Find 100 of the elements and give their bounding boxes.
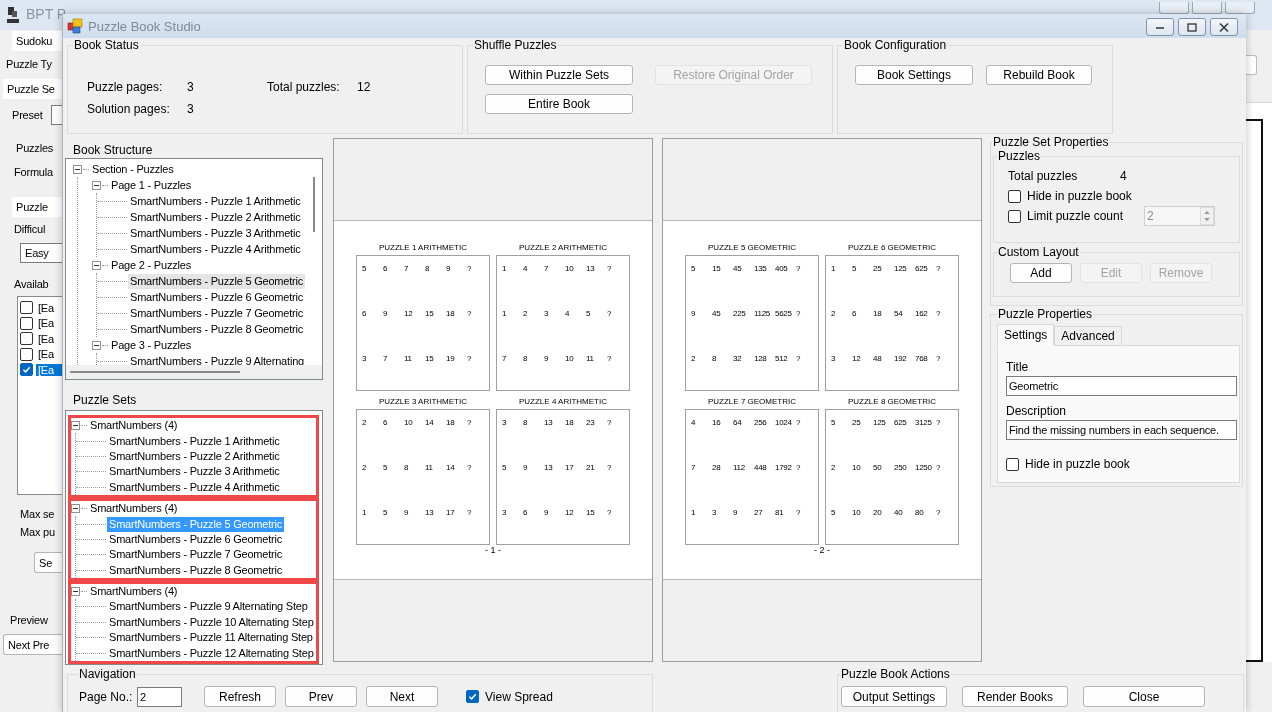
button[interactable]: Output Settings [841, 686, 947, 707]
tree-item[interactable]: SmartNumbers - Puzzle 4 Arithmetic [128, 241, 303, 257]
tree-item[interactable]: SmartNumbers - Puzzle 3 Arithmetic [128, 225, 303, 241]
tree-item[interactable]: SmartNumbers - Puzzle 3 Arithmetic [107, 464, 282, 480]
group-title: Difficul [14, 223, 46, 235]
number-cell: 14 [446, 463, 455, 473]
tree-item[interactable]: SmartNumbers - Puzzle 7 Geometric [107, 547, 285, 563]
dropdown-field[interactable]: Easy [20, 243, 62, 263]
number-cell: 1125 [754, 309, 770, 319]
number-cell: 405 [775, 264, 788, 274]
checkbox[interactable] [20, 347, 33, 361]
tree-item[interactable]: SmartNumbers - Puzzle 10 Alternating Step [107, 614, 316, 630]
tab[interactable]: Advanced [1054, 326, 1122, 346]
button[interactable]: Within Puzzle Sets [485, 65, 633, 85]
collapse-icon[interactable] [71, 421, 80, 431]
collapse-icon[interactable] [92, 340, 101, 350]
tree-item[interactable]: SmartNumbers - Puzzle 2 Arithmetic [128, 209, 303, 225]
number-cell: 112 [733, 463, 745, 473]
checkbox[interactable] [466, 690, 479, 703]
number-cell: 2 [831, 309, 836, 319]
scrollbar[interactable] [70, 371, 240, 373]
field-label: Max se [20, 508, 55, 520]
close-button[interactable] [1210, 18, 1238, 36]
tree-item[interactable]: SmartNumbers - Puzzle 9 Alternating [128, 353, 306, 369]
number-cell: 9 [404, 508, 409, 518]
page-number-field[interactable]: 2 [137, 686, 182, 707]
tab[interactable]: Puzzle Se [3, 79, 62, 99]
tree-item[interactable]: Page 1 - Puzzles [109, 177, 193, 193]
number-cell: 128 [754, 354, 767, 364]
tree-item[interactable]: SmartNumbers - Puzzle 6 Geometric [128, 289, 306, 305]
list-item[interactable]: [Ea [36, 317, 62, 330]
tree-item[interactable]: SmartNumbers - Puzzle 9 Alternating Step [107, 599, 310, 615]
collapse-icon[interactable] [71, 587, 80, 597]
tree-item[interactable]: SmartNumbers - Puzzle 12 Alternating Step [107, 645, 316, 661]
button[interactable]: Entire Book [485, 94, 633, 114]
input-field[interactable] [50, 105, 62, 125]
list-item[interactable]: [Ea [36, 348, 62, 361]
checkbox[interactable] [1008, 209, 1021, 223]
number-cell: 5 [691, 264, 696, 274]
list-item[interactable]: [Ea [36, 301, 62, 314]
number-cell: 512 [775, 354, 788, 364]
number-cell: 2 [691, 354, 696, 364]
tree-item[interactable]: SmartNumbers - Puzzle 7 Geometric [128, 305, 306, 321]
button[interactable]: Rebuild Book [986, 65, 1092, 85]
number-cell: 20 [873, 508, 882, 518]
checkbox[interactable] [20, 363, 33, 377]
checkbox[interactable] [1008, 189, 1021, 203]
tree-item[interactable]: SmartNumbers - Puzzle 1 Arithmetic [128, 193, 303, 209]
field-label: Max pu [20, 526, 55, 538]
button[interactable]: Next Pre [3, 634, 62, 655]
collapse-icon[interactable] [73, 164, 82, 174]
tab[interactable]: Puzzle [12, 197, 62, 217]
number-cell: 7 [544, 264, 549, 274]
maximize-button[interactable] [1178, 18, 1206, 36]
button[interactable]: Refresh [204, 686, 276, 707]
tree-item[interactable]: Section - Puzzles [90, 161, 176, 177]
collapse-icon[interactable] [92, 180, 101, 190]
button[interactable]: Book Settings [855, 65, 973, 85]
tree-item[interactable]: SmartNumbers - Puzzle 4 Arithmetic [107, 479, 282, 495]
text-field[interactable]: Find the missing numbers in each sequence. [1006, 420, 1237, 440]
tree-item[interactable]: SmartNumbers - Puzzle 2 Arithmetic [107, 448, 282, 464]
number-cell: 11 [404, 354, 412, 364]
collapse-icon[interactable] [71, 504, 80, 514]
number-cell: 5 [831, 508, 836, 518]
checkbox[interactable] [20, 301, 33, 315]
button[interactable]: Close [1083, 686, 1205, 707]
scrollbar[interactable] [313, 177, 315, 232]
list-item[interactable]: [Ea [36, 363, 62, 376]
tree-item[interactable]: SmartNumbers - Puzzle 8 Geometric [128, 321, 306, 337]
number-cell: 7 [404, 264, 409, 274]
checkbox[interactable] [20, 316, 33, 330]
tree-item[interactable]: SmartNumbers (4) [88, 418, 180, 434]
tab[interactable]: Sudoku [12, 31, 62, 51]
tree-item[interactable]: SmartNumbers (4) [88, 584, 180, 600]
tree-item[interactable]: SmartNumbers - Puzzle 8 Geometric [107, 562, 285, 578]
minimize-button[interactable] [1146, 18, 1174, 36]
number-cell: 1 [502, 264, 507, 274]
tree-item[interactable]: Page 3 - Puzzles [109, 337, 193, 353]
tree-item[interactable]: Page 2 - Puzzles [109, 257, 193, 273]
collapse-icon[interactable] [92, 260, 101, 270]
button[interactable]: Prev [285, 686, 357, 707]
tree-item[interactable]: SmartNumbers (4) [88, 501, 180, 517]
minimize-button[interactable] [1159, 2, 1189, 14]
tree-item[interactable]: SmartNumbers - Puzzle 1 Arithmetic [107, 433, 282, 449]
list-item[interactable]: [Ea [36, 332, 62, 345]
tree-item[interactable]: SmartNumbers - Puzzle 11 Alternating Step [107, 630, 315, 646]
number-cell: ? [607, 463, 612, 473]
button[interactable]: Se [34, 552, 62, 573]
tree-item[interactable]: SmartNumbers - Puzzle 5 Geometric [128, 273, 306, 289]
checkbox[interactable] [20, 332, 33, 346]
tree-item[interactable]: SmartNumbers - Puzzle 6 Geometric [107, 531, 285, 547]
number-cell: 27 [754, 508, 763, 518]
button[interactable]: Next [366, 686, 438, 707]
number-cell: ? [796, 418, 801, 428]
checkbox[interactable] [1006, 457, 1019, 471]
tab[interactable]: Settings [997, 324, 1055, 346]
button[interactable]: Render Books [962, 686, 1068, 707]
number-cell: 5 [831, 418, 836, 428]
text-field[interactable]: Geometric [1006, 376, 1237, 396]
button[interactable]: Add [1010, 263, 1072, 283]
